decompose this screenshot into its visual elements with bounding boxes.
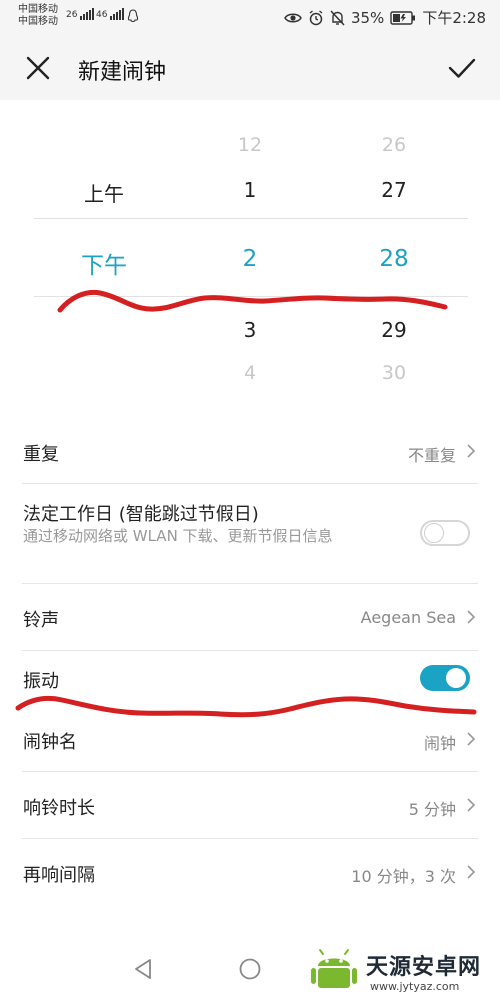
minute-selected[interactable]: 28: [379, 246, 408, 272]
network-type-1: 26: [66, 10, 78, 20]
alarm-name-value: 闹钟: [423, 734, 456, 753]
hour-option[interactable]: 4: [244, 362, 256, 384]
page-title: 新建闹钟: [78, 60, 167, 85]
workday-toggle[interactable]: [420, 520, 470, 546]
snooze-row[interactable]: 再响间隔 10 分钟，3 次: [0, 839, 500, 905]
period-selected[interactable]: 下午: [81, 246, 127, 280]
ringtone-value: Aegean Sea: [360, 608, 456, 627]
signal-2: 46: [96, 8, 125, 20]
snooze-value: 10 分钟，3 次: [351, 867, 456, 886]
signal-1: 26: [66, 8, 95, 20]
hour-option[interactable]: 1: [244, 178, 257, 202]
ringtone-label: 铃声: [23, 610, 59, 631]
picker-divider-top: [34, 218, 468, 219]
battery-percent: 35%: [350, 8, 385, 27]
minute-option[interactable]: 27: [381, 178, 406, 202]
qq-icon: [127, 9, 139, 23]
alarm-name-row[interactable]: 闹钟名 闹钟: [0, 706, 500, 770]
vibrate-label: 振动: [23, 671, 59, 692]
carrier-labels: 中国移动 中国移动: [18, 4, 58, 28]
title-bar: 新建闹钟: [0, 34, 500, 100]
ring-duration-row[interactable]: 响铃时长 5 分钟: [0, 772, 500, 838]
workday-label: 法定工作日 (智能跳过节假日): [23, 504, 259, 525]
home-circle-icon[interactable]: [238, 957, 262, 981]
network-type-2: 46: [96, 10, 108, 20]
vibrate-row[interactable]: 振动: [0, 651, 500, 705]
period-option[interactable]: 上午: [84, 178, 124, 207]
hour-option[interactable]: 3: [244, 318, 257, 342]
alarm-name-label: 闹钟名: [23, 732, 77, 753]
watermark-title: 天源安卓网: [366, 955, 482, 980]
signal-bars-icon: [110, 8, 125, 20]
vibrate-toggle[interactable]: [420, 665, 470, 691]
eye-icon: [284, 13, 302, 22]
new-alarm-screen: 中国移动 中国移动 26 46 35% 下午2:28 新建闹钟 12 26 上午…: [0, 0, 500, 1000]
repeat-row[interactable]: 重复 不重复: [0, 420, 500, 482]
minute-option[interactable]: 29: [381, 318, 406, 342]
minute-option[interactable]: 26: [382, 134, 406, 156]
ringtone-row[interactable]: 铃声 Aegean Sea: [0, 584, 500, 650]
status-time: 下午2:28: [422, 9, 486, 27]
ring-duration-value: 5 分钟: [408, 800, 456, 819]
repeat-value: 不重复: [407, 446, 456, 465]
signal-bars-icon: [80, 8, 95, 20]
watermark-url: www.jytyaz.com: [370, 980, 460, 993]
check-icon[interactable]: [446, 52, 478, 84]
chevron-right-icon: [467, 444, 476, 458]
chevron-right-icon: [467, 610, 476, 624]
ring-duration-label: 响铃时长: [23, 798, 95, 819]
workday-description: 通过移动网络或 WLAN 下载、更新节假日信息: [23, 527, 333, 545]
hour-option[interactable]: 12: [238, 134, 262, 156]
time-picker[interactable]: 12 26 上午 1 27 下午 2 28 3 29 4 30: [0, 100, 500, 400]
repeat-label: 重复: [23, 444, 59, 465]
chevron-right-icon: [467, 865, 476, 879]
carrier-2: 中国移动: [18, 16, 58, 27]
chevron-right-icon: [467, 798, 476, 812]
back-triangle-icon[interactable]: [131, 957, 155, 981]
watermark: 天源安卓网 www.jytyaz.com: [308, 944, 498, 998]
alarm-clock-icon: [309, 9, 323, 25]
picker-divider-bottom: [34, 296, 468, 297]
snooze-label: 再响间隔: [23, 865, 95, 886]
minute-option[interactable]: 30: [382, 362, 406, 384]
close-icon[interactable]: [22, 52, 54, 84]
hour-selected[interactable]: 2: [243, 246, 258, 272]
status-right: 35% 下午2:28: [284, 7, 486, 28]
android-logo-icon: [311, 949, 357, 988]
status-bar: 中国移动 中国移动 26 46 35% 下午2:28: [0, 0, 500, 34]
chevron-right-icon: [467, 732, 476, 746]
mute-bell-icon: [330, 9, 345, 26]
battery-charging-icon: [390, 10, 416, 25]
carrier-1: 中国移动: [18, 4, 58, 15]
